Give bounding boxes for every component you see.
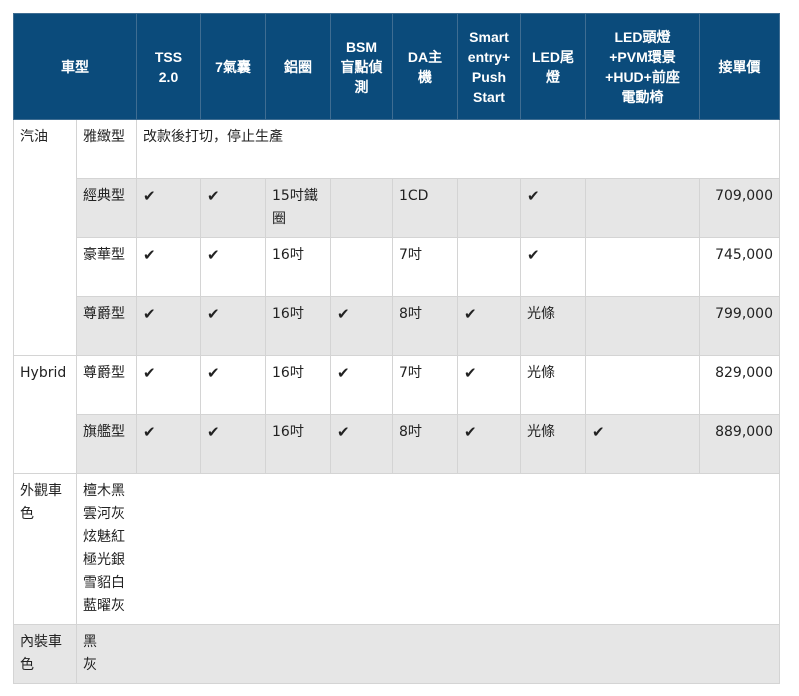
price: 889,000 bbox=[699, 414, 780, 474]
interior-row: 內裝車色 黑 灰 bbox=[13, 624, 780, 684]
color-item: 極光銀 bbox=[83, 552, 125, 568]
color-item: 檀木黑 bbox=[83, 483, 125, 499]
spec-table: 車型 TSS 2.0 7氣囊 鋁圈 BSM 盲點偵測 DA主機 Smart entry… bbox=[13, 13, 780, 684]
color-item: 黑 bbox=[83, 634, 97, 650]
color-item: 雲河灰 bbox=[83, 506, 125, 522]
led-tail: 光條 bbox=[520, 296, 586, 356]
table-row: 豪華型 ✔ ✔ 16吋 7吋 ✔ 745,000 bbox=[14, 237, 780, 297]
header-smart-entry: Smart entry+ Push Start bbox=[457, 13, 521, 120]
trim: 豪華型 bbox=[76, 237, 137, 297]
wheel: 15吋鐵圈 bbox=[265, 178, 331, 238]
check-icon: ✔ bbox=[136, 237, 201, 297]
group-hybrid: Hybrid bbox=[13, 355, 77, 474]
header-tss: TSS 2.0 bbox=[136, 13, 201, 120]
interior-colors: 黑 灰 bbox=[76, 624, 780, 684]
led-head bbox=[585, 296, 700, 356]
check-icon: ✔ bbox=[330, 414, 393, 474]
note: 改款後打切，停止生產 bbox=[136, 119, 780, 179]
check-icon: ✔ bbox=[520, 178, 586, 238]
trim: 經典型 bbox=[76, 178, 137, 238]
header-price: 接單價 bbox=[699, 13, 780, 120]
price: 829,000 bbox=[699, 355, 780, 415]
wheel: 16吋 bbox=[265, 296, 331, 356]
header-bsm: BSM 盲點偵測 bbox=[330, 13, 393, 120]
header-wheels: 鋁圈 bbox=[265, 13, 331, 120]
check-icon: ✔ bbox=[457, 414, 521, 474]
trim: 尊爵型 bbox=[76, 296, 137, 356]
wheel: 16吋 bbox=[265, 237, 331, 297]
header-led-tail: LED尾燈 bbox=[520, 13, 586, 120]
led-head bbox=[585, 178, 700, 238]
check-icon: ✔ bbox=[457, 296, 521, 356]
check-icon: ✔ bbox=[200, 355, 266, 415]
header-airbags: 7氣囊 bbox=[200, 13, 266, 120]
da: 8吋 bbox=[392, 296, 458, 356]
color-item: 灰 bbox=[83, 657, 97, 673]
color-item: 藍曜灰 bbox=[83, 598, 125, 614]
bsm bbox=[330, 237, 393, 297]
check-icon: ✔ bbox=[457, 355, 521, 415]
color-item: 雪貂白 bbox=[83, 575, 125, 591]
price: 709,000 bbox=[699, 178, 780, 238]
smart-entry bbox=[457, 178, 521, 238]
led-tail: 光條 bbox=[520, 414, 586, 474]
check-icon: ✔ bbox=[330, 296, 393, 356]
wheel: 16吋 bbox=[265, 355, 331, 415]
price: 745,000 bbox=[699, 237, 780, 297]
check-icon: ✔ bbox=[520, 237, 586, 297]
table-row: Hybrid 尊爵型 ✔ ✔ 16吋 ✔ 7吋 ✔ 光條 829,000 bbox=[13, 355, 780, 474]
table-row: 經典型 ✔ ✔ 15吋鐵圈 1CD ✔ 709,000 bbox=[14, 178, 780, 238]
exterior-colors: 檀木黑 雲河灰 炫魅紅 極光銀 雪貂白 藍曜灰 bbox=[76, 473, 780, 625]
header-row: 車型 TSS 2.0 7氣囊 鋁圈 BSM 盲點偵測 DA主機 Smart entry… bbox=[13, 13, 780, 120]
table-row: 汽油 雅緻型 改款後打切，停止生產 bbox=[13, 119, 780, 356]
header-da: DA主機 bbox=[392, 13, 458, 120]
check-icon: ✔ bbox=[330, 355, 393, 415]
da: 7吋 bbox=[392, 237, 458, 297]
trim: 雅緻型 bbox=[76, 119, 137, 179]
exterior-label: 外觀車色 bbox=[13, 473, 77, 625]
header-model: 車型 bbox=[13, 13, 137, 120]
check-icon: ✔ bbox=[136, 414, 201, 474]
da: 8吋 bbox=[392, 414, 458, 474]
check-icon: ✔ bbox=[200, 178, 266, 238]
check-icon: ✔ bbox=[136, 296, 201, 356]
header-led-tail-label: LED尾燈 bbox=[532, 48, 574, 85]
check-icon: ✔ bbox=[585, 414, 700, 474]
table-row: 尊爵型 ✔ ✔ 16吋 ✔ 8吋 ✔ 光條 799,000 bbox=[14, 296, 780, 356]
check-icon: ✔ bbox=[200, 296, 266, 356]
group-gas: 汽油 bbox=[13, 119, 77, 356]
interior-label: 內裝車色 bbox=[13, 624, 77, 684]
color-item: 炫魅紅 bbox=[83, 529, 125, 545]
da: 7吋 bbox=[392, 355, 458, 415]
wheel: 16吋 bbox=[265, 414, 331, 474]
bsm bbox=[330, 178, 393, 238]
check-icon: ✔ bbox=[200, 237, 266, 297]
trim: 旗艦型 bbox=[76, 414, 137, 474]
header-led-head: LED頭燈 +PVM環景 +HUD+前座 電動椅 bbox=[585, 13, 700, 120]
smart-entry bbox=[457, 237, 521, 297]
led-tail: 光條 bbox=[520, 355, 586, 415]
da: 1CD bbox=[392, 178, 458, 238]
price: 799,000 bbox=[699, 296, 780, 356]
table-row: 旗艦型 ✔ ✔ 16吋 ✔ 8吋 ✔ 光條 ✔ 889,000 bbox=[14, 414, 780, 474]
check-icon: ✔ bbox=[136, 178, 201, 238]
led-head bbox=[585, 355, 700, 415]
check-icon: ✔ bbox=[200, 414, 266, 474]
header-da-label: DA主機 bbox=[407, 48, 443, 85]
exterior-row: 外觀車色 檀木黑 雲河灰 炫魅紅 極光銀 雪貂白 藍曜灰 bbox=[13, 473, 780, 625]
check-icon: ✔ bbox=[136, 355, 201, 415]
led-head bbox=[585, 237, 700, 297]
trim: 尊爵型 bbox=[76, 355, 137, 415]
